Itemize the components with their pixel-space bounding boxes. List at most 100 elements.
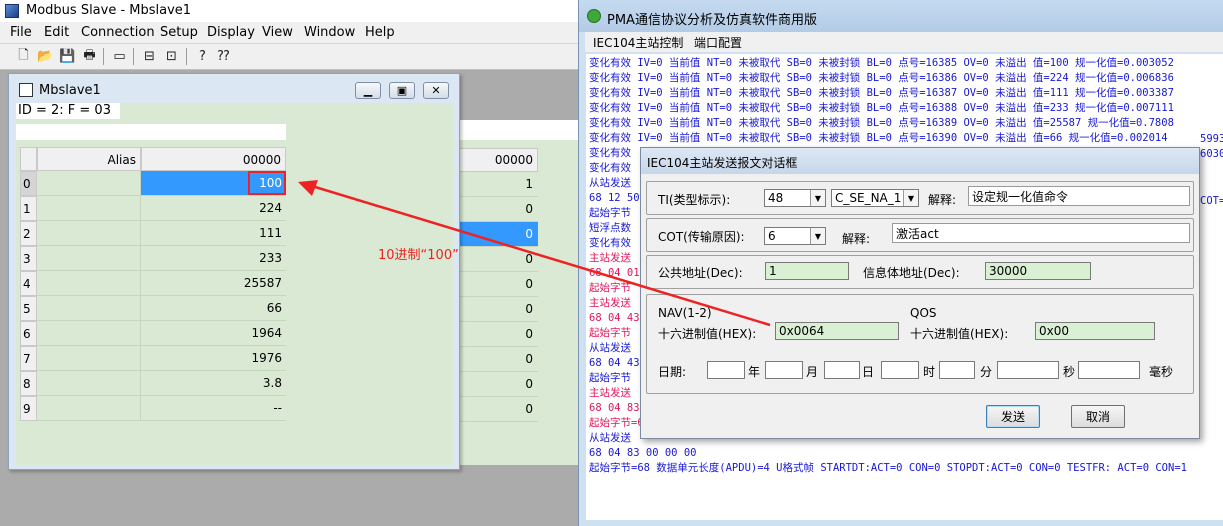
row-header[interactable]: 0 [20,171,37,196]
open-folder-icon[interactable]: 📂 [36,47,55,66]
background-cell[interactable]: 0 [458,197,538,222]
log-line: 起始字节 [589,372,631,384]
hour-unit: 时 [923,365,936,379]
new-file-icon[interactable]: 🗋 [14,47,33,66]
background-cell[interactable]: 0 [458,397,538,422]
year-input[interactable] [707,361,745,379]
alias-cell[interactable] [37,396,141,421]
common-address-input[interactable]: 1 [765,262,849,280]
close-button[interactable]: ✕ [423,82,449,99]
row-header[interactable]: 5 [20,296,37,321]
menu-setup[interactable]: Setup [160,25,198,40]
log-line: 变化有效 [589,147,631,159]
log-line: 变化有效 IV=0 当前值 NT=0 未被取代 SB=0 未被封锁 BL=0 点… [589,57,1174,69]
alias-cell[interactable] [37,221,141,246]
cot-select[interactable]: 6 ▼ [764,227,826,245]
log-line: 起始字节 [589,282,631,294]
register-value-cell[interactable]: 25587 [141,271,286,296]
save-icon[interactable]: 💾 [58,47,77,66]
menu-view[interactable]: View [262,25,293,40]
ti-explain-field[interactable]: 设定规一化值命令 [968,186,1190,206]
background-column-address: 00000 [494,153,533,167]
register-value-cell[interactable]: 1964 [141,321,286,346]
menu-connection[interactable]: Connection [81,25,155,40]
row-header[interactable]: 8 [20,371,37,396]
day-input[interactable] [824,361,860,379]
column-header-alias[interactable]: Alias [37,147,141,171]
background-cell[interactable]: 0 [458,297,538,322]
background-cell[interactable]: 0 [458,372,538,397]
register-value-cell[interactable]: -- [141,396,286,421]
background-cell[interactable]: 0 [458,247,538,272]
row-header[interactable]: 4 [20,271,37,296]
print-icon[interactable]: 🖶 [80,47,99,66]
alias-cell[interactable] [37,321,141,346]
column-header-address[interactable]: 00000 [141,147,286,171]
maximize-button[interactable]: ▣ [389,82,415,99]
cot-explain-field[interactable]: 激活act [892,223,1190,243]
chevron-down-icon[interactable]: ▼ [810,190,825,206]
background-cell-selected[interactable]: 0 [458,222,538,247]
background-cell[interactable]: 0 [458,347,538,372]
alias-cell[interactable] [37,271,141,296]
menu-edit[interactable]: Edit [44,25,69,40]
menu-help[interactable]: Help [365,25,395,40]
menu-file[interactable]: File [10,25,32,40]
register-value-cell[interactable]: 1976 [141,346,286,371]
minimize-button[interactable]: ▁ [355,82,381,99]
alias-cell[interactable] [37,371,141,396]
toolbar-separator [133,48,134,65]
row-header[interactable]: 3 [20,246,37,271]
chevron-down-icon[interactable]: ▼ [903,190,918,206]
window-icon[interactable]: ▭ [110,47,129,66]
ti-select[interactable]: 48 ▼ [764,189,826,207]
alias-cell[interactable] [37,171,141,196]
register-value-cell[interactable]: 66 [141,296,286,321]
alias-cell[interactable] [37,346,141,371]
connect-icon[interactable]: ⊟ [140,47,159,66]
menu-iec104-master[interactable]: IEC104主站控制 [593,34,683,51]
row-header[interactable]: 7 [20,346,37,371]
minute-input[interactable] [939,361,975,379]
row-header[interactable]: 1 [20,196,37,221]
context-help-icon[interactable]: ⁇ [214,47,233,66]
chevron-down-icon[interactable]: ▼ [810,228,825,244]
row-header[interactable]: 6 [20,321,37,346]
background-cell[interactable]: 0 [458,272,538,297]
background-cell[interactable]: 0 [458,322,538,347]
ti-name-select[interactable]: C_SE_NA_1 ▼ [831,189,919,207]
register-value-cell[interactable]: 233 [141,246,286,271]
ioa-input[interactable]: 30000 [985,262,1091,280]
log-line: 变化有效 IV=0 当前值 NT=0 未被取代 SB=0 未被封锁 BL=0 点… [589,102,1174,114]
cancel-button[interactable]: 取消 [1071,405,1125,428]
menu-display[interactable]: Display [207,25,255,40]
nav-hex-input[interactable]: 0x0064 [775,322,899,340]
month-input[interactable] [765,361,803,379]
menu-port-config[interactable]: 端口配置 [694,34,742,51]
menu-window[interactable]: Window [304,25,355,40]
pma-app-icon [587,9,601,23]
millisecond-input[interactable] [1078,361,1140,379]
ti-value: 48 [768,191,784,205]
background-column-header: 00000 [458,148,538,172]
log-fragment: 6030 [1200,148,1223,160]
alias-cell[interactable] [37,246,141,271]
alias-cell[interactable] [37,196,141,221]
modbus-titlebar: Modbus Slave - Mbslave1 [0,0,578,22]
disconnect-icon[interactable]: ⊡ [162,47,181,66]
second-input[interactable] [997,361,1059,379]
row-header[interactable]: 2 [20,221,37,246]
background-cell[interactable]: 1 [458,172,538,197]
hour-input[interactable] [881,361,919,379]
register-value-cell[interactable]: 111 [141,221,286,246]
qos-hex-input[interactable]: 0x00 [1035,322,1155,340]
log-line: 68 04 43 [589,357,640,369]
register-value-cell[interactable]: 3.8 [141,371,286,396]
row-header[interactable]: 9 [20,396,37,421]
pma-titlebar: PMA通信协议分析及仿真软件商用版 [579,0,1223,32]
ti-name: C_SE_NA_1 [835,191,902,205]
send-button[interactable]: 发送 [986,405,1040,428]
alias-cell[interactable] [37,296,141,321]
register-value-cell[interactable]: 224 [141,196,286,221]
help-icon[interactable]: ? [193,47,212,66]
